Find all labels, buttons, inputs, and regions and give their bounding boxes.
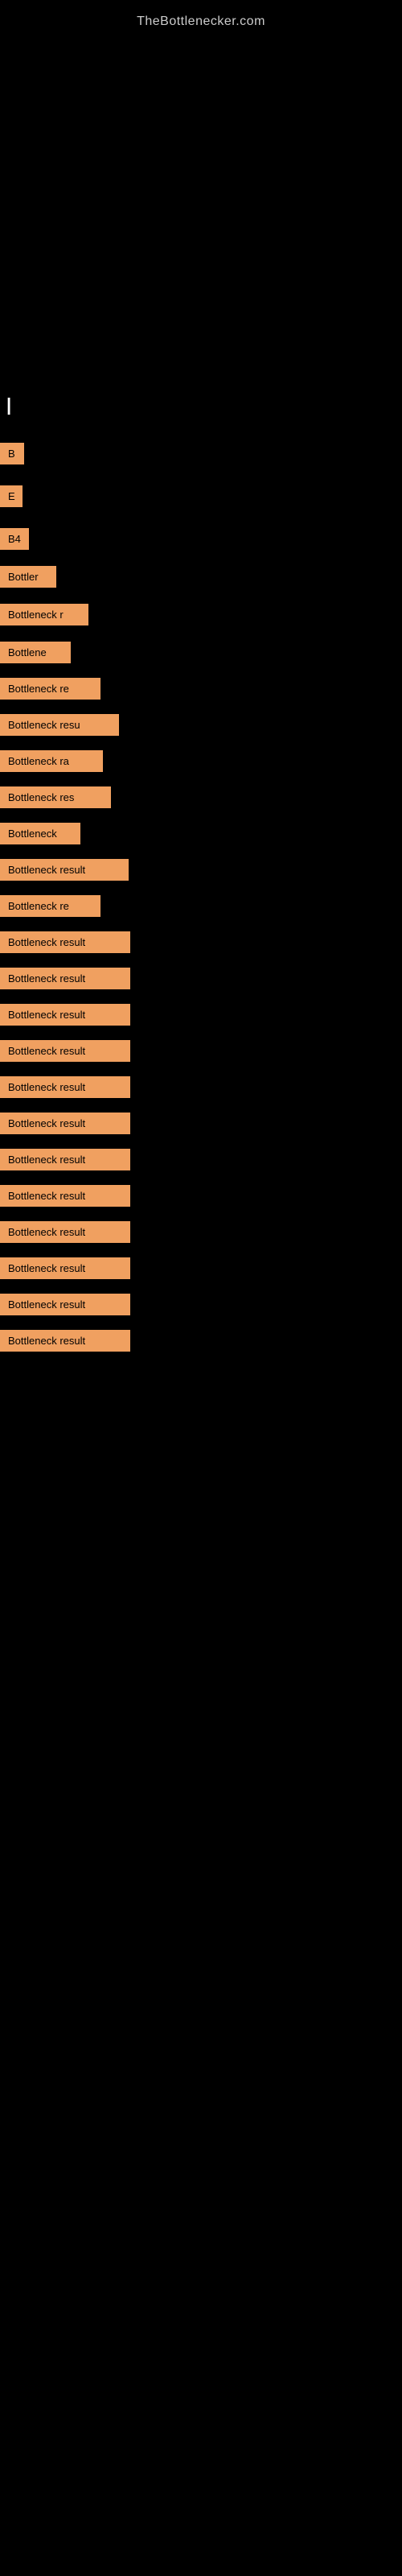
result-bar: Bottleneck result (0, 1221, 130, 1243)
list-item: Bottleneck result (0, 1183, 402, 1208)
result-bar: Bottleneck re (0, 895, 100, 917)
list-item: Bottleneck result (0, 1220, 402, 1245)
cursor-indicator: | (0, 391, 402, 419)
list-item: Bottleneck result (0, 1256, 402, 1281)
result-bar: Bottleneck result (0, 859, 129, 881)
result-bar: E (0, 485, 23, 507)
result-bar: Bottleneck res (0, 786, 111, 808)
list-item: E (0, 484, 402, 509)
result-bar: B (0, 443, 24, 464)
list-item: Bottleneck result (0, 1292, 402, 1317)
result-bar: Bottleneck result (0, 1185, 130, 1207)
result-bar: Bottler (0, 566, 56, 588)
result-bar: Bottlene (0, 642, 71, 663)
list-item: Bottleneck resu (0, 712, 402, 737)
list-item: Bottleneck re (0, 676, 402, 701)
list-item: Bottleneck (0, 821, 402, 846)
result-bar: Bottleneck result (0, 931, 130, 953)
result-bar: Bottleneck result (0, 1040, 130, 1062)
list-item: Bottleneck re (0, 894, 402, 919)
list-item: Bottleneck result (0, 1111, 402, 1136)
result-bar: Bottleneck re (0, 678, 100, 700)
result-bar: Bottleneck result (0, 968, 130, 989)
result-bar: Bottleneck result (0, 1004, 130, 1026)
results-section: | BE B4 Bottler Bottleneck r Bottlene Bottlen… (0, 383, 402, 1353)
result-bar: B4 (0, 528, 29, 550)
list-item: Bottleneck result (0, 857, 402, 882)
list-item: Bottler (0, 564, 402, 589)
list-item: B (0, 441, 402, 466)
result-bar: Bottleneck result (0, 1294, 130, 1315)
list-item: Bottleneck result (0, 1147, 402, 1172)
result-bar: Bottleneck result (0, 1257, 130, 1279)
result-bar: Bottleneck (0, 823, 80, 844)
result-bar: Bottleneck result (0, 1113, 130, 1134)
list-item: B4 (0, 526, 402, 551)
result-bar: Bottleneck result (0, 1076, 130, 1098)
list-item: Bottleneck result (0, 966, 402, 991)
result-bar: Bottleneck resu (0, 714, 119, 736)
result-bar: Bottleneck result (0, 1149, 130, 1170)
list-item: Bottleneck result (0, 1038, 402, 1063)
list-item: Bottleneck r (0, 602, 402, 627)
result-bar: Bottleneck result (0, 1330, 130, 1352)
list-item: Bottleneck result (0, 1075, 402, 1100)
main-chart-area (0, 37, 402, 375)
list-item: Bottleneck result (0, 1002, 402, 1027)
list-item: Bottleneck result (0, 930, 402, 955)
list-item: Bottleneck result (0, 1328, 402, 1353)
list-item: Bottleneck res (0, 785, 402, 810)
results-container: BE B4 Bottler Bottleneck r Bottlene Bottlenec… (0, 425, 402, 1353)
list-item: Bottleneck ra (0, 749, 402, 774)
result-bar: Bottleneck r (0, 604, 88, 625)
result-bar: Bottleneck ra (0, 750, 103, 772)
list-item: Bottlene (0, 640, 402, 665)
site-title: TheBottlenecker.com (0, 0, 402, 37)
